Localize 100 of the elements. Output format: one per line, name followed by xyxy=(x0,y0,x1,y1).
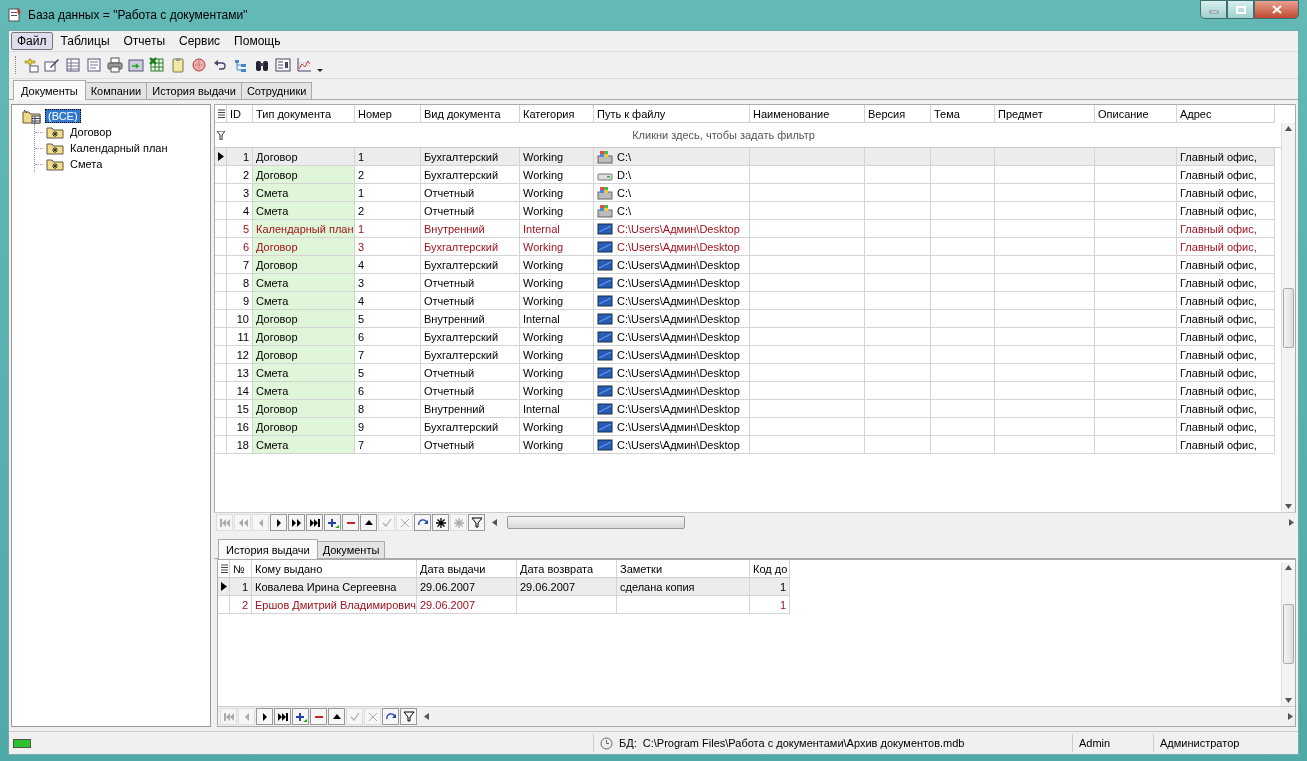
menu-item[interactable]: Помощь xyxy=(228,32,287,50)
insert-button[interactable] xyxy=(292,708,309,725)
next-page-icon xyxy=(290,516,303,529)
card-icon[interactable] xyxy=(275,57,291,73)
column-header[interactable]: Код до xyxy=(750,560,790,578)
tab[interactable]: История выдачи xyxy=(146,82,242,99)
edit-icon[interactable] xyxy=(44,57,60,73)
stop-icon[interactable] xyxy=(191,57,207,73)
tree-icon[interactable] xyxy=(233,57,249,73)
column-header[interactable]: Дата возврата xyxy=(517,560,617,578)
edit-button[interactable] xyxy=(360,514,377,531)
column-header[interactable]: Категория xyxy=(520,105,594,123)
maximize-icon xyxy=(1235,5,1246,14)
export-icon[interactable] xyxy=(128,57,144,73)
empty-cell xyxy=(931,274,995,292)
menu-item[interactable]: Сервис xyxy=(173,32,227,50)
column-header[interactable]: Предмет xyxy=(995,105,1095,123)
table-cell: Договор xyxy=(253,400,355,418)
column-chooser-icon[interactable] xyxy=(218,109,225,118)
tab[interactable]: Компании xyxy=(84,82,148,99)
column-header[interactable]: Кому выдано xyxy=(252,560,417,578)
tab[interactable]: История выдачи xyxy=(218,539,318,559)
table-cell: Working xyxy=(520,346,594,364)
next-button[interactable] xyxy=(256,708,273,725)
edit-button[interactable] xyxy=(328,708,345,725)
table-cell: Working xyxy=(520,184,594,202)
insert-button[interactable] xyxy=(324,514,341,531)
table-cell: Главный офис, xyxy=(1177,310,1275,328)
tab[interactable]: Сотрудники xyxy=(240,82,313,99)
table-cell: Договор xyxy=(253,166,355,184)
column-header[interactable]: Заметки xyxy=(617,560,750,578)
computer-icon xyxy=(597,203,613,218)
tree-item[interactable]: (ВСЕ) xyxy=(45,109,81,123)
column-header[interactable]: Описание xyxy=(1095,105,1177,123)
last-button[interactable] xyxy=(306,514,323,531)
table-icon[interactable] xyxy=(65,57,81,73)
table-cell: Смета xyxy=(253,184,355,202)
table-cell: Working xyxy=(520,418,594,436)
table-cell: Договор xyxy=(253,310,355,328)
scrollbar-thumb[interactable] xyxy=(1283,604,1294,664)
bookmark-button[interactable] xyxy=(432,514,449,531)
vertical-scrollbar[interactable] xyxy=(1281,123,1295,512)
tree-item[interactable]: Календарный план xyxy=(67,141,171,155)
last-button[interactable] xyxy=(274,708,291,725)
column-header[interactable]: ID xyxy=(227,105,253,123)
table-cell: Смета xyxy=(253,364,355,382)
table-cell: Internal xyxy=(520,310,594,328)
row-pointer-icon xyxy=(221,582,227,591)
tree-item[interactable]: Смета xyxy=(67,157,106,171)
close-button[interactable] xyxy=(1254,0,1299,19)
horizontal-scrollbar[interactable] xyxy=(492,515,1294,530)
filter-icon xyxy=(470,516,483,529)
filter-button[interactable] xyxy=(468,514,485,531)
tab[interactable]: Документы xyxy=(13,80,86,100)
empty-cell xyxy=(931,256,995,274)
column-header[interactable]: Путь к файлу xyxy=(594,105,750,123)
empty-cell xyxy=(865,436,931,454)
column-header[interactable]: Дата выдачи xyxy=(417,560,517,578)
column-header[interactable]: № xyxy=(230,560,252,578)
column-chooser-icon[interactable] xyxy=(221,564,228,573)
printer-icon[interactable] xyxy=(107,57,123,73)
clipboard-icon[interactable] xyxy=(170,57,186,73)
folder-star-icon xyxy=(46,157,64,171)
add-icon[interactable] xyxy=(23,57,39,73)
db-label: БД: xyxy=(619,737,637,749)
next-page-button[interactable] xyxy=(288,514,305,531)
scrollbar-thumb[interactable] xyxy=(507,516,685,529)
filter-button[interactable] xyxy=(400,708,417,725)
chart-icon[interactable] xyxy=(296,57,312,73)
menu-item[interactable]: Отчеты xyxy=(117,32,171,50)
column-header[interactable]: Адрес xyxy=(1177,105,1275,123)
filter-icon[interactable] xyxy=(216,130,225,140)
next-button[interactable] xyxy=(270,514,287,531)
table-cell: Главный офис, xyxy=(1177,238,1275,256)
column-header[interactable]: Тема xyxy=(931,105,995,123)
menu-item[interactable]: Файл xyxy=(11,32,53,50)
tree-item[interactable]: Договор xyxy=(67,125,115,139)
refresh-button[interactable] xyxy=(414,514,431,531)
maximize-button[interactable] xyxy=(1227,0,1254,19)
delete-button[interactable] xyxy=(310,708,327,725)
scroll-up-icon xyxy=(1285,565,1292,570)
menu-item[interactable]: Таблицы xyxy=(54,32,116,50)
undo-icon[interactable] xyxy=(212,57,228,73)
column-header[interactable]: Наименование xyxy=(750,105,865,123)
column-header[interactable]: Номер xyxy=(355,105,421,123)
column-header[interactable]: Версия xyxy=(865,105,931,123)
column-header[interactable]: Вид документа xyxy=(421,105,520,123)
db-path: C:\Program Files\Работа с документами\Архив документов.mdb xyxy=(642,737,965,749)
minimize-button[interactable] xyxy=(1200,0,1227,19)
vertical-scrollbar[interactable] xyxy=(1281,562,1295,706)
scrollbar-thumb[interactable] xyxy=(1283,287,1294,348)
delete-button[interactable] xyxy=(342,514,359,531)
tab[interactable]: Документы xyxy=(316,541,386,558)
refresh-button[interactable] xyxy=(382,708,399,725)
filter-hint[interactable]: Кликни здесь, чтобы задать фильтр xyxy=(226,129,1281,141)
column-header[interactable]: Тип документа xyxy=(253,105,355,123)
empty-cell xyxy=(931,166,995,184)
table-cell: Главный офис, xyxy=(1177,400,1275,418)
table-cell: Бухгалтерский xyxy=(421,328,520,346)
spreadsheet-icon[interactable] xyxy=(149,57,165,73)
